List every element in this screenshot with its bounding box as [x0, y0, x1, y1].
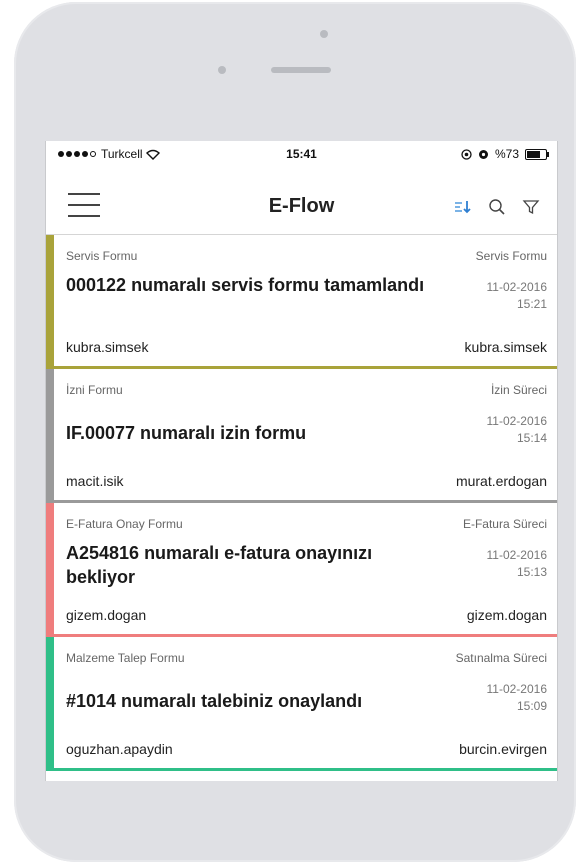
search-icon[interactable] — [487, 197, 507, 217]
item-title: 000122 numaralı servis formu tamamlandı — [66, 275, 425, 295]
location-icon — [461, 148, 472, 160]
list-item[interactable]: Servis Formu Servis Formu 000122 numaral… — [46, 235, 557, 369]
list-item[interactable]: Malzeme Talep Formu Satınalma Süreci #10… — [46, 637, 557, 771]
item-time: 15:21 — [516, 297, 547, 311]
list-item[interactable]: E-Fatura Onay Formu E-Fatura Süreci A254… — [46, 503, 557, 637]
item-assignee: murat.erdogan — [455, 473, 547, 489]
battery-percent: %73 — [494, 147, 519, 161]
item-sender: oguzhan.apaydin — [66, 741, 173, 757]
form-name: Servis Formu — [66, 249, 138, 263]
front-camera — [320, 30, 328, 38]
navigation-bar: E-Flow — [46, 167, 557, 235]
sort-icon[interactable] — [453, 197, 473, 217]
item-sender: macit.isik — [66, 473, 124, 489]
alarm-icon — [478, 149, 488, 159]
battery-icon — [525, 148, 549, 160]
status-bar: Turkcell 15:41 %73 — [46, 141, 557, 167]
earpiece-speaker — [271, 67, 331, 73]
process-name: E-Fatura Süreci — [462, 517, 547, 531]
proximity-sensor — [218, 66, 226, 74]
list-item[interactable]: İzni Formu İzin Süreci IF.00077 numaralı… — [46, 369, 557, 503]
form-name: E-Fatura Onay Formu — [66, 517, 183, 531]
item-date: 11-02-2016 — [486, 682, 548, 696]
item-title: IF.00077 numaralı izin formu — [66, 423, 307, 443]
item-datetime: 11-02-2016 15:14 — [487, 413, 548, 447]
process-name: İzin Süreci — [490, 383, 547, 397]
filter-icon[interactable] — [521, 197, 541, 217]
item-assignee: burcin.evirgen — [459, 741, 547, 757]
form-name: Malzeme Talep Formu — [66, 651, 185, 665]
process-name: Servis Formu — [475, 249, 547, 263]
item-datetime: 11-02-2016 15:21 — [487, 279, 548, 313]
item-title: #1014 numaralı talebiniz onaylandı — [66, 691, 363, 711]
status-right: %73 — [461, 147, 549, 161]
item-sender: kubra.simsek — [66, 339, 149, 355]
item-sender: gizem.dogan — [66, 607, 147, 623]
workflow-list: Servis Formu Servis Formu 000122 numaral… — [46, 235, 557, 771]
item-datetime: 11-02-2016 15:09 — [487, 681, 548, 715]
item-datetime: 11-02-2016 15:13 — [487, 547, 548, 581]
item-assignee: gizem.dogan — [466, 607, 547, 623]
item-date: 11-02-2016 — [486, 548, 548, 562]
item-date: 11-02-2016 — [486, 414, 548, 428]
nav-actions — [453, 197, 541, 217]
item-time: 15:14 — [516, 431, 547, 445]
item-title: A254816 numaralı e-fatura onayınızı bekl… — [66, 543, 373, 587]
item-time: 15:13 — [516, 565, 547, 579]
process-name: Satınalma Süreci — [455, 651, 547, 665]
item-assignee: kubra.simsek — [464, 339, 547, 355]
item-time: 15:09 — [516, 699, 547, 713]
form-name: İzni Formu — [66, 383, 123, 397]
item-date: 11-02-2016 — [486, 280, 548, 294]
app-screen: Turkcell 15:41 %73 E-Flow Servis Formu S… — [45, 141, 558, 781]
